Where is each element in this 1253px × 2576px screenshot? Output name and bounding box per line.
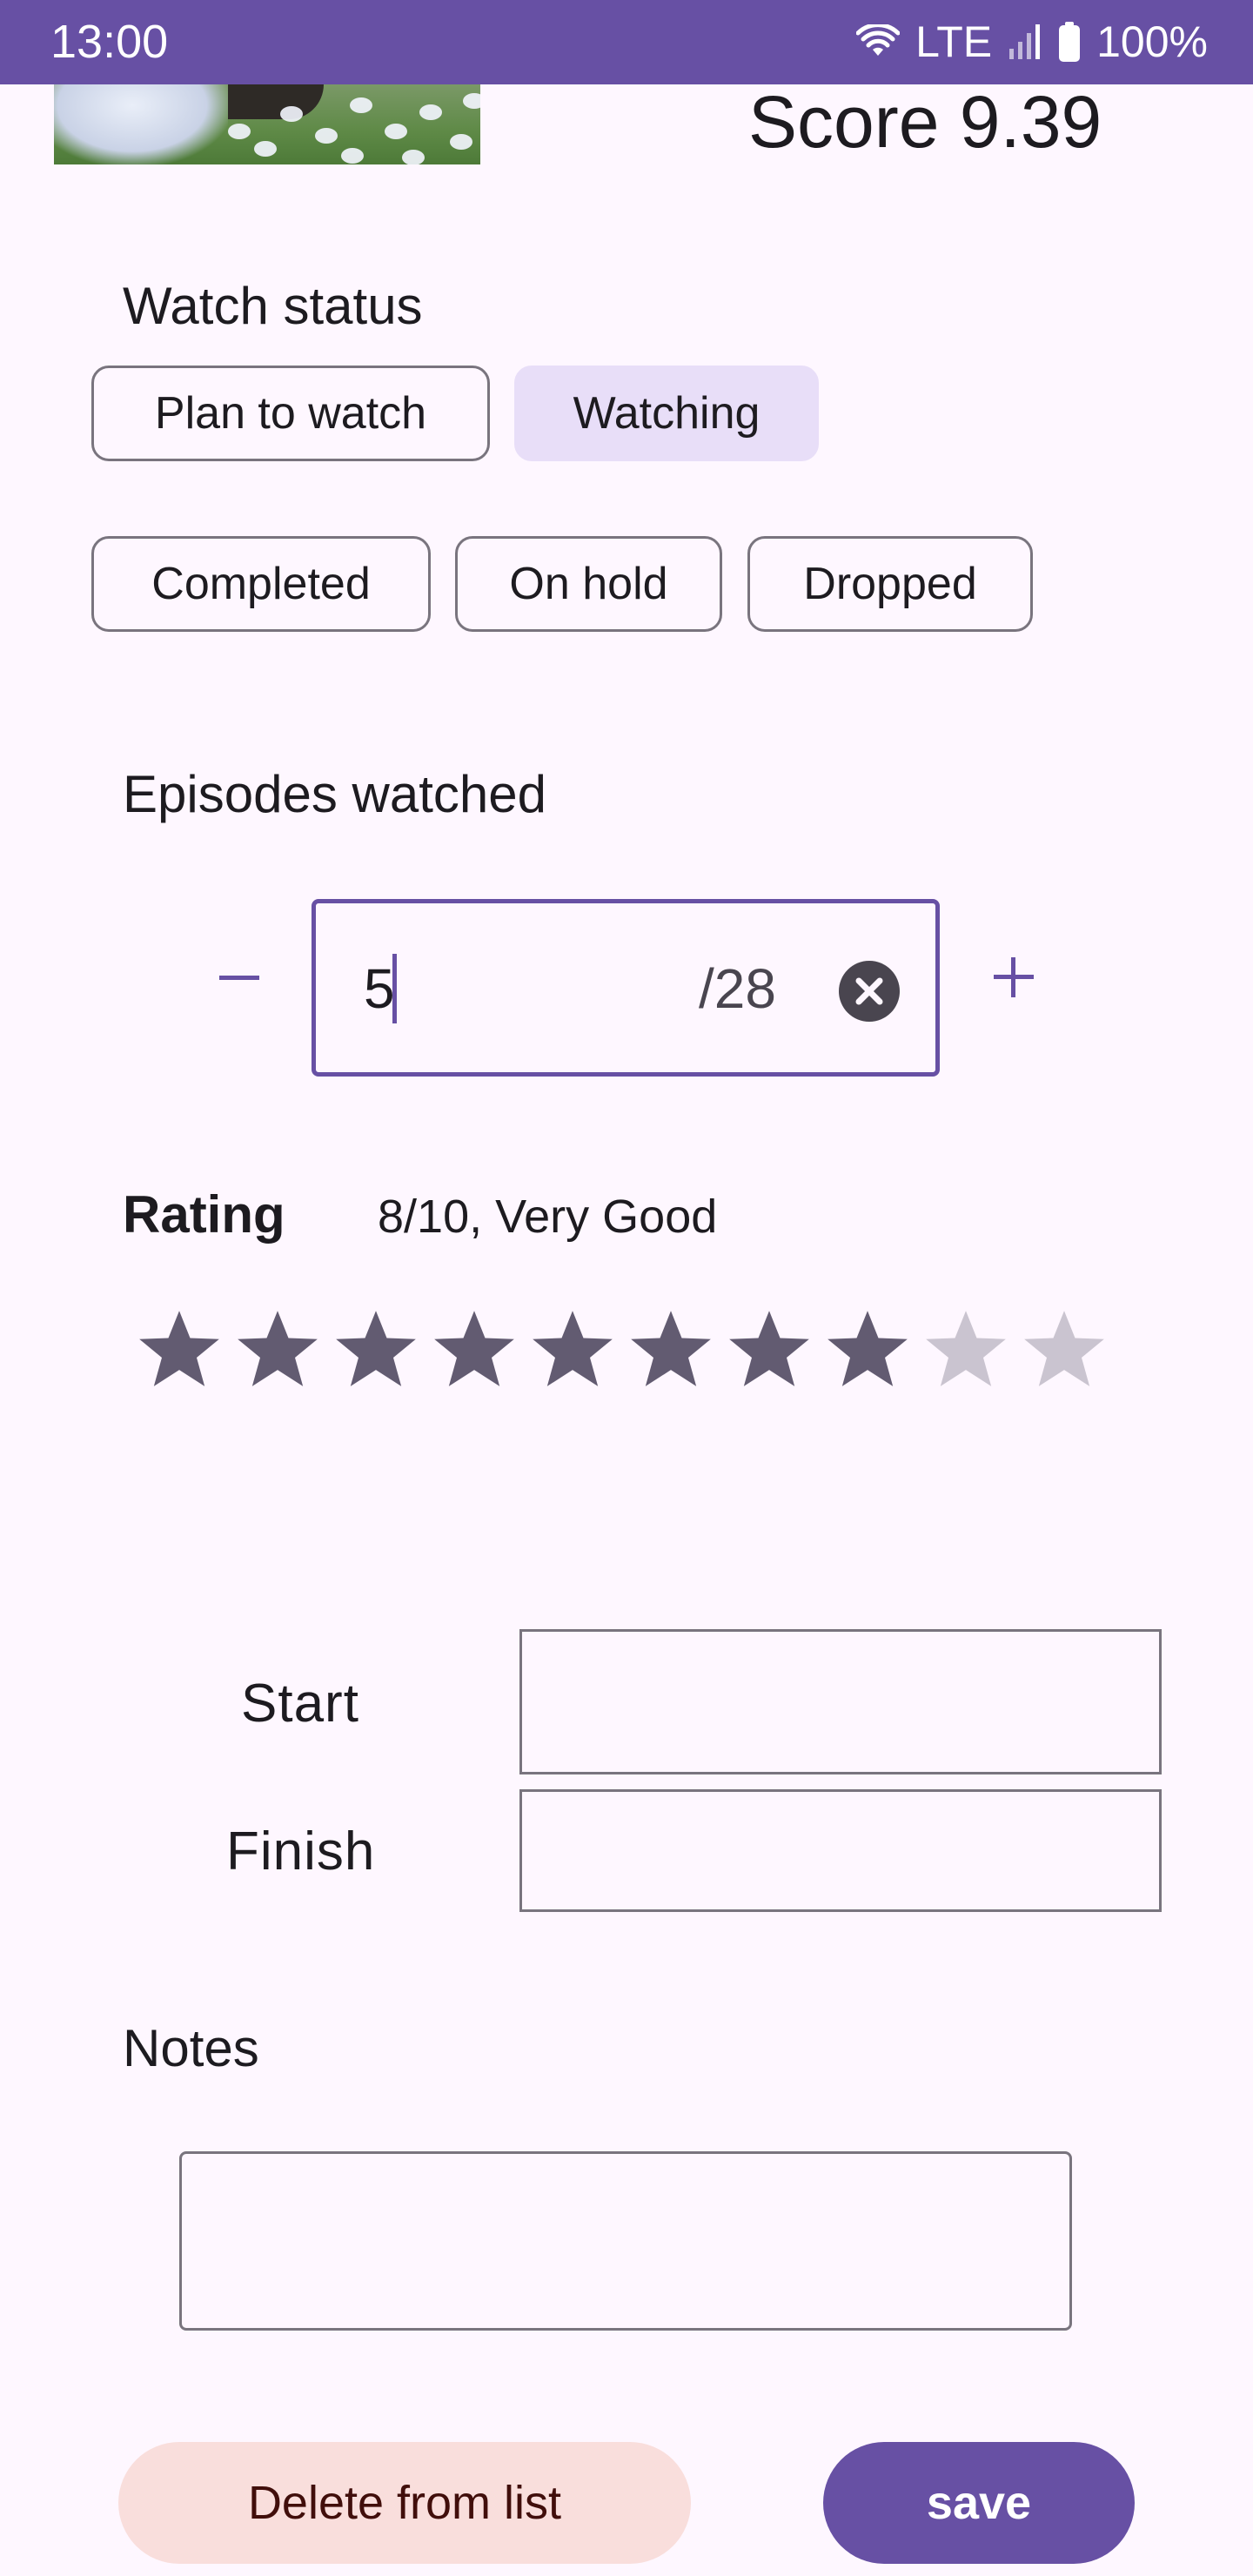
chip-on-hold[interactable]: On hold [455, 536, 722, 632]
text-caret [392, 954, 397, 1023]
episodes-input[interactable]: 5 /28 [312, 899, 940, 1077]
score: Score 9.39 [748, 81, 1102, 163]
network-type: LTE [915, 17, 993, 66]
star-icon[interactable] [529, 1305, 616, 1392]
rating-text: 8/10, Very Good [378, 1191, 718, 1243]
save-button[interactable]: save [823, 2442, 1135, 2564]
delete-from-list-button[interactable]: Delete from list [118, 2442, 691, 2564]
star-icon[interactable] [332, 1305, 419, 1392]
increment-button[interactable] [966, 929, 1062, 1025]
cover-image [54, 80, 480, 164]
chip-dropped[interactable]: Dropped [747, 536, 1033, 632]
star-icon[interactable] [136, 1305, 223, 1392]
chip-watching[interactable]: Watching [514, 366, 819, 461]
plus-icon [994, 957, 1034, 997]
episodes-value: 5 [364, 957, 395, 1020]
start-date-input[interactable] [519, 1629, 1162, 1774]
status-time: 13:00 [50, 16, 169, 68]
wifi-icon [856, 24, 901, 56]
signal-icon [1009, 24, 1041, 59]
notes-input[interactable] [179, 2151, 1072, 2331]
battery-icon [1059, 22, 1081, 62]
battery-level: 100% [1096, 17, 1208, 66]
finish-date-label: Finish [226, 1821, 376, 1882]
start-date-label: Start [241, 1674, 359, 1734]
star-icon[interactable] [234, 1305, 321, 1392]
chip-plan-to-watch[interactable]: Plan to watch [91, 366, 490, 461]
minus-icon [219, 976, 259, 980]
star-icon[interactable] [431, 1305, 518, 1392]
star-icon[interactable] [627, 1305, 714, 1392]
watch-status-title: Watch status [123, 277, 423, 335]
notes-title: Notes [123, 2019, 259, 2077]
decrement-button[interactable] [191, 929, 287, 1025]
status-icons: LTE 100% [856, 16, 1208, 68]
clear-circle-icon[interactable] [838, 960, 901, 1023]
chip-completed[interactable]: Completed [91, 536, 431, 632]
finish-date-input[interactable] [519, 1789, 1162, 1912]
star-icon[interactable] [922, 1305, 1009, 1392]
episodes-total: /28 [699, 957, 776, 1020]
star-icon[interactable] [1021, 1305, 1108, 1392]
episodes-title: Episodes watched [123, 765, 546, 823]
status-bar: 13:00 LTE 100% [0, 0, 1253, 84]
rating-stars[interactable] [136, 1305, 1108, 1392]
star-icon[interactable] [824, 1305, 911, 1392]
star-icon[interactable] [726, 1305, 813, 1392]
rating-title: Rating [123, 1185, 285, 1244]
